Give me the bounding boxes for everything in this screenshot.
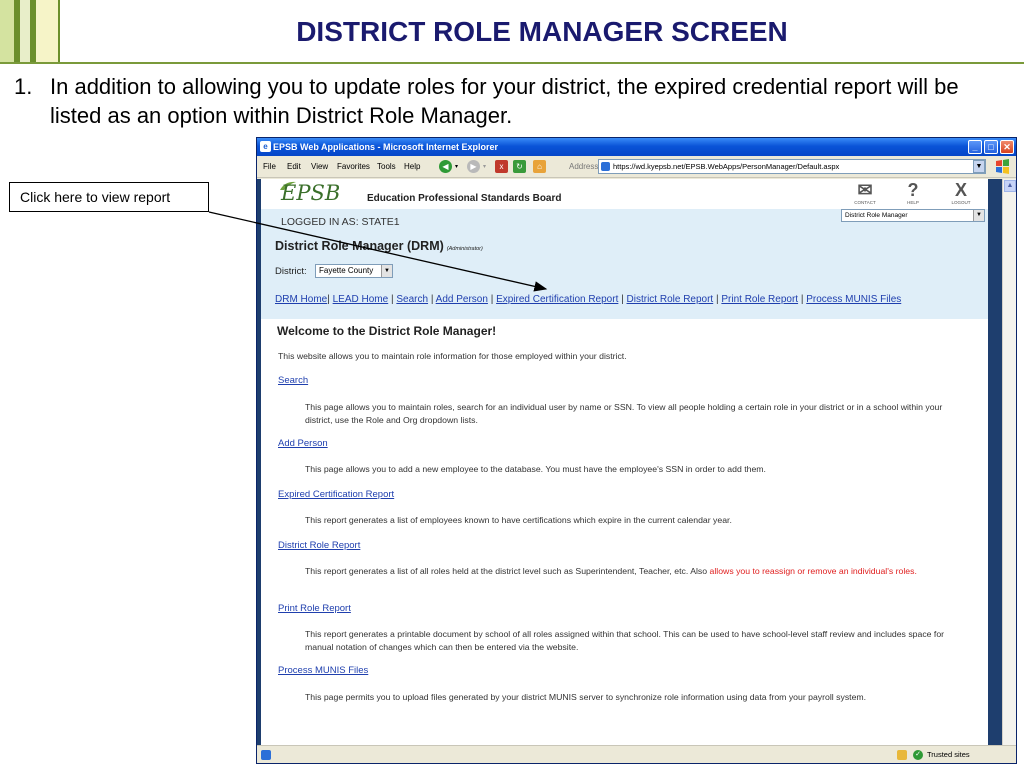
desc-district-role-report: This report generates a list of all role… <box>305 565 965 578</box>
forward-dropdown-icon[interactable]: ▾ <box>483 156 486 178</box>
chevron-down-icon: ▼ <box>381 265 392 277</box>
drm-subtitle: (Administrator) <box>446 246 483 252</box>
drm-title: District Role Manager (DRM) (Administrato… <box>275 239 483 253</box>
link-search[interactable]: Search <box>278 375 308 386</box>
desc-print-role-report: This report generates a printable docume… <box>305 629 945 652</box>
stop-icon[interactable]: x <box>495 160 508 173</box>
nav-district-role-report[interactable]: District Role Report <box>627 294 714 305</box>
menu-help[interactable]: Help <box>404 156 420 178</box>
minimize-button[interactable]: _ <box>968 140 982 154</box>
nav-drm-home[interactable]: DRM Home <box>275 294 327 305</box>
address-bar[interactable]: https://wd.kyepsb.net/EPSB.WebApps/Perso… <box>598 159 986 174</box>
slide-title: DISTRICT ROLE MANAGER SCREEN <box>296 16 788 47</box>
title-rule <box>0 62 1024 64</box>
district-value: Fayette County <box>319 266 374 275</box>
home-icon[interactable]: ⌂ <box>533 160 546 173</box>
back-icon[interactable]: ◀ <box>439 160 452 173</box>
help-link[interactable]: ? HELP <box>893 180 933 207</box>
question-icon: ? <box>907 180 919 200</box>
browser-statusbar: ✓ Trusted sites <box>257 745 1016 763</box>
logged-in-label: LOGGED IN AS: STATE1 <box>281 216 400 228</box>
nav-search[interactable]: Search <box>396 294 428 305</box>
epsb-header: EPSB Education Professional Standards Bo… <box>261 179 988 209</box>
desc-expired-certification-report: This report generates a list of employee… <box>305 515 732 525</box>
browser-content: EPSB Education Professional Standards Bo… <box>257 179 1002 745</box>
link-expired-certification-report[interactable]: Expired Certification Report <box>278 489 394 500</box>
epsb-logo: EPSB <box>281 181 341 205</box>
windows-logo-icon <box>996 159 1009 174</box>
page-icon <box>601 162 610 171</box>
envelope-icon: ✉ <box>857 180 873 200</box>
desc-district-role-highlight: allows you to reassign or remove an indi… <box>709 566 917 576</box>
bullet-number: 1. <box>14 74 33 99</box>
menu-edit[interactable]: Edit <box>287 156 301 178</box>
forward-icon[interactable]: ▶ <box>467 160 480 173</box>
page-status-icon <box>261 750 271 760</box>
slide-title-bar: DISTRICT ROLE MANAGER SCREEN <box>0 0 1024 64</box>
link-district-role-report[interactable]: District Role Report <box>278 540 360 551</box>
browser-titlebar: e EPSB Web Applications - Microsoft Inte… <box>257 138 1016 156</box>
back-dropdown-icon[interactable]: ▾ <box>455 156 458 178</box>
link-print-role-report[interactable]: Print Role Report <box>278 603 351 614</box>
nav-expired-certification-report[interactable]: Expired Certification Report <box>496 294 618 305</box>
menu-view[interactable]: View <box>311 156 328 178</box>
main-content: Welcome to the District Role Manager! Th… <box>261 319 988 745</box>
status-zone: Trusted sites <box>927 750 970 759</box>
maximize-button[interactable]: □ <box>984 140 998 154</box>
callout-box: Click here to view report <box>9 182 209 212</box>
scroll-up-icon[interactable]: ▲ <box>1004 180 1016 192</box>
chevron-down-icon: ▼ <box>973 210 984 221</box>
board-name: Education Professional Standards Board <box>367 193 562 204</box>
logout-caption: LOGOUT <box>951 200 971 205</box>
district-select[interactable]: Fayette County ▼ <box>315 264 393 278</box>
vertical-scrollbar[interactable]: ▲ <box>1002 179 1016 745</box>
link-process-munis-files[interactable]: Process MUNIS Files <box>278 665 368 676</box>
app-select[interactable]: District Role Manager ▼ <box>841 209 985 222</box>
check-icon: ✓ <box>913 750 923 760</box>
refresh-icon[interactable]: ↻ <box>513 160 526 173</box>
link-add-person[interactable]: Add Person <box>278 438 328 449</box>
logout-link[interactable]: X LOGOUT <box>941 180 981 207</box>
address-dropdown-icon[interactable]: ▼ <box>973 160 985 173</box>
epsb-page: EPSB Education Professional Standards Bo… <box>261 179 988 745</box>
menu-tools[interactable]: Tools <box>377 156 396 178</box>
logout-x-icon: X <box>954 180 967 200</box>
app-select-value: District Role Manager <box>845 212 908 219</box>
help-caption: HELP <box>907 200 919 205</box>
drm-nav: DRM Home| LEAD Home | Search | Add Perso… <box>275 294 902 305</box>
district-label: District: <box>275 266 307 277</box>
browser-menubar: File Edit View Favorites Tools Help ◀ ▾ … <box>257 156 1016 178</box>
contact-caption: CONTACT <box>854 200 876 205</box>
welcome-heading: Welcome to the District Role Manager! <box>277 324 497 338</box>
desc-district-role-text: This report generates a list of all role… <box>305 566 710 576</box>
drm-title-text: District Role Manager (DRM) <box>275 239 444 253</box>
contact-link[interactable]: ✉ CONTACT <box>845 180 885 207</box>
intro-text: This website allows you to maintain role… <box>278 351 627 361</box>
menu-file[interactable]: File <box>263 156 276 178</box>
nav-process-munis-files[interactable]: Process MUNIS Files <box>806 294 901 305</box>
nav-print-role-report[interactable]: Print Role Report <box>721 294 798 305</box>
close-button[interactable]: ✕ <box>1000 140 1014 154</box>
ie-icon: e <box>260 141 271 152</box>
nav-add-person[interactable]: Add Person <box>436 294 488 305</box>
title-stripes <box>0 0 60 64</box>
desc-search: This page allows you to maintain roles, … <box>305 402 943 425</box>
menu-favorites[interactable]: Favorites <box>337 156 370 178</box>
window-title: EPSB Web Applications - Microsoft Intern… <box>273 142 499 152</box>
bullet-text: In addition to allowing you to update ro… <box>50 74 959 128</box>
browser-window: e EPSB Web Applications - Microsoft Inte… <box>256 137 1017 764</box>
drm-band: LOGGED IN AS: STATE1 District Role Manag… <box>261 209 988 319</box>
address-url: https://wd.kyepsb.net/EPSB.WebApps/Perso… <box>613 162 840 171</box>
desc-add-person: This page allows you to add a new employ… <box>305 464 766 474</box>
nav-lead-home[interactable]: LEAD Home <box>333 294 389 305</box>
desc-process-munis-files: This page permits you to upload files ge… <box>305 692 867 702</box>
address-label: Address <box>569 162 599 171</box>
lock-icon <box>897 750 907 760</box>
